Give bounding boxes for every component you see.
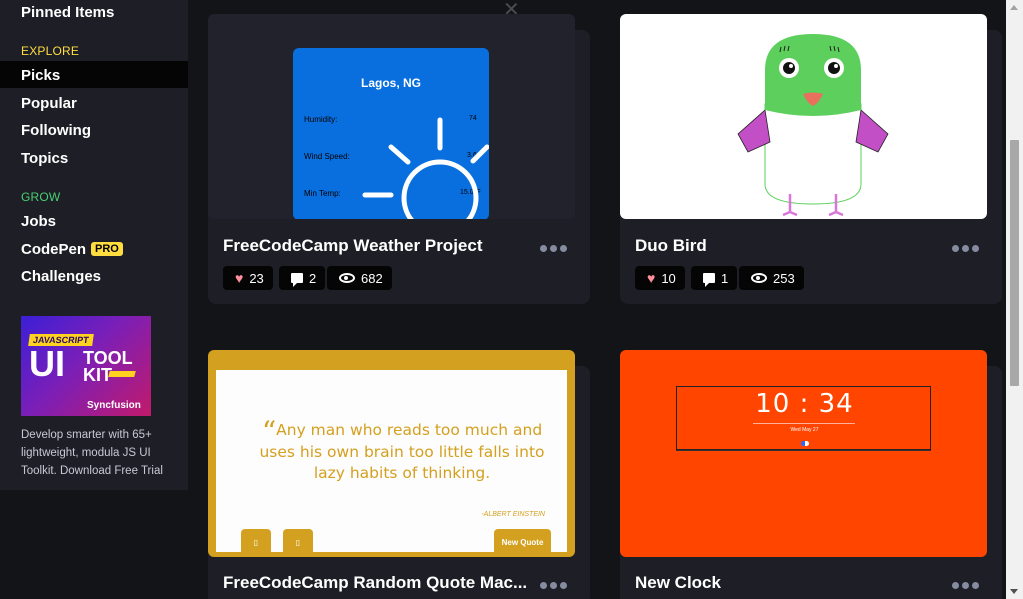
- pen-title[interactable]: Duo Bird: [635, 236, 707, 256]
- eye-icon: [339, 273, 355, 283]
- sun-icon: [362, 117, 489, 219]
- sidebar-item-following[interactable]: Following: [21, 122, 91, 139]
- quote-author: -ALBERT EINSTEIN: [481, 511, 545, 518]
- scroll-thumb[interactable]: [1010, 140, 1019, 386]
- share-button[interactable]: ▯: [283, 529, 313, 555]
- share-button[interactable]: ▯: [241, 529, 271, 555]
- comment-button[interactable]: 2: [279, 266, 326, 290]
- pen-title[interactable]: FreeCodeCamp Weather Project: [223, 236, 482, 256]
- clock-divider: [753, 423, 855, 424]
- explore-heading: EXPLORE: [21, 44, 80, 58]
- new-quote-button[interactable]: New Quote: [494, 529, 551, 555]
- view-count: 682: [327, 266, 392, 290]
- quote-text: “Any man who reads too much and uses his…: [259, 415, 545, 483]
- sidebar-item-codepen-pro[interactable]: CodePen PRO: [21, 241, 123, 258]
- heart-icon: ♥: [647, 270, 656, 286]
- bird-illustration: [737, 34, 889, 217]
- comment-icon: [291, 273, 303, 287]
- comment-count: 2: [309, 270, 317, 286]
- comment-icon: [703, 273, 715, 287]
- views-value: 682: [361, 270, 383, 286]
- ad-tool-text: TOOL KIT: [83, 348, 133, 386]
- more-dots-icon[interactable]: [540, 580, 568, 590]
- scroll-down-icon[interactable]: [1010, 589, 1018, 594]
- clock-widget: 10 : 34 Wed May 27: [676, 386, 931, 450]
- pen-preview[interactable]: Lagos, NG Humidity: 74 Wind Speed: 3.6 M…: [208, 14, 575, 219]
- pen-preview[interactable]: [620, 14, 987, 219]
- grow-heading: GROW: [21, 190, 61, 204]
- pen-preview[interactable]: 10 : 34 Wed May 27: [620, 350, 987, 557]
- sidebar-item-pinned[interactable]: Pinned Items: [21, 4, 114, 21]
- pen-title[interactable]: FreeCodeCamp Random Quote Mac...: [223, 573, 527, 593]
- more-dots-icon[interactable]: [952, 243, 980, 253]
- views-value: 253: [773, 270, 795, 286]
- more-dots-icon[interactable]: [540, 243, 568, 253]
- pen-preview[interactable]: “Any man who reads too much and uses his…: [208, 350, 575, 557]
- weather-widget: Lagos, NG Humidity: 74 Wind Speed: 3.6 M…: [293, 48, 489, 219]
- ad-brand: Syncfusion: [87, 400, 141, 411]
- comment-button[interactable]: 1: [691, 266, 738, 290]
- app: Pinned Items EXPLORE Picks Popular Follo…: [0, 0, 1023, 599]
- pro-badge: PRO: [91, 242, 123, 256]
- ad-accent-bar: [108, 371, 136, 377]
- sidebar-item-popular[interactable]: Popular: [21, 95, 77, 112]
- clock-time: 10 : 34: [755, 389, 854, 419]
- ad-text[interactable]: Develop smarter with 65+ lightweight, mo…: [21, 426, 181, 480]
- comment-count: 1: [721, 270, 729, 286]
- sidebar-item-jobs[interactable]: Jobs: [21, 213, 56, 230]
- scrollbar[interactable]: [1006, 0, 1023, 599]
- sidebar-item-picks[interactable]: Picks: [21, 67, 60, 84]
- ad-ui-text: UI: [29, 343, 65, 384]
- like-button[interactable]: ♥ 10: [635, 266, 685, 290]
- toggle-icon: [801, 441, 809, 446]
- sidebar-item-topics[interactable]: Topics: [21, 150, 68, 167]
- like-count: 23: [249, 270, 264, 286]
- sidebar: Pinned Items EXPLORE Picks Popular Follo…: [0, 0, 188, 490]
- view-count: 253: [739, 266, 804, 290]
- codepen-label: CodePen: [21, 241, 87, 258]
- like-count: 10: [661, 270, 676, 286]
- eye-icon: [751, 273, 767, 283]
- like-button[interactable]: ♥ 23: [223, 266, 273, 290]
- pen-title[interactable]: New Clock: [635, 573, 721, 593]
- quote-box: “Any man who reads too much and uses his…: [216, 370, 567, 555]
- heart-icon: ♥: [235, 270, 244, 286]
- more-dots-icon[interactable]: [952, 580, 980, 590]
- scroll-up-icon[interactable]: [1010, 5, 1018, 10]
- sidebar-item-challenges[interactable]: Challenges: [21, 268, 101, 285]
- clock-date: Wed May 27: [790, 427, 819, 433]
- ad-banner[interactable]: JAVASCRIPT UI TOOL KIT Syncfusion: [21, 316, 151, 416]
